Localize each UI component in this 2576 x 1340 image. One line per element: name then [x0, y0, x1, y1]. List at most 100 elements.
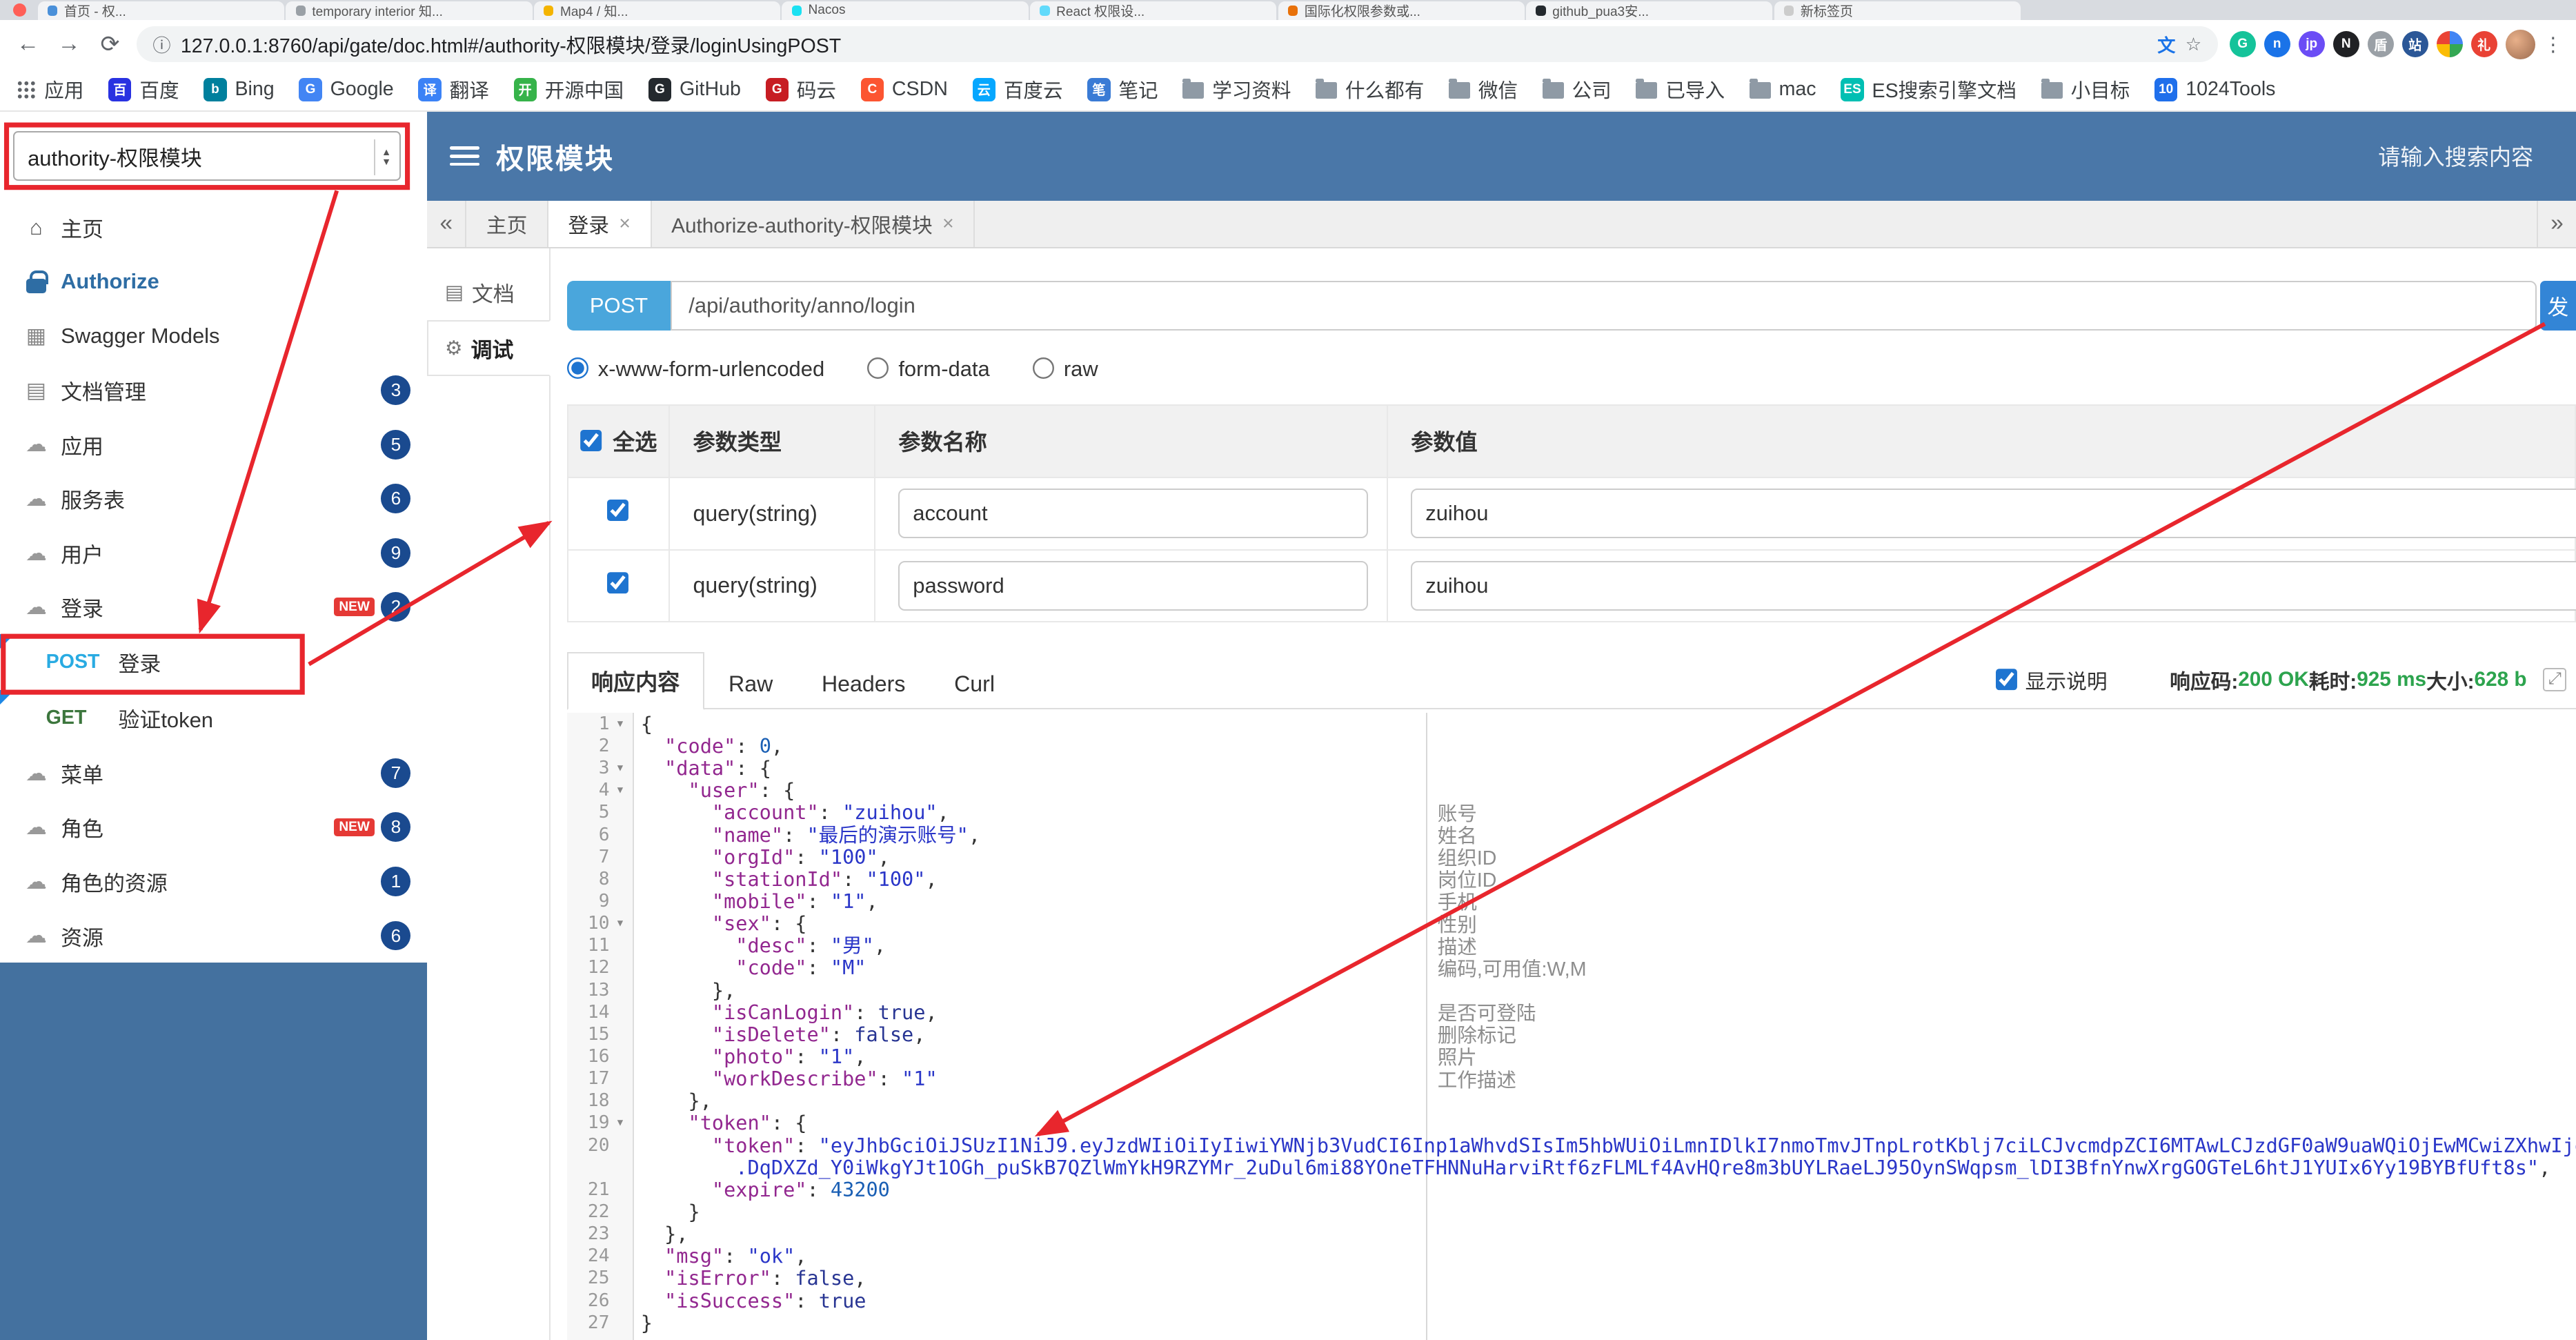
browser-tab[interactable]: Map4 / 知...: [533, 1, 781, 20]
bookmark-item[interactable]: 什么都有: [1316, 75, 1424, 104]
sidebar-item[interactable]: 角色的资源 1: [0, 854, 427, 909]
body-type-radio[interactable]: [566, 357, 590, 381]
extension-icon[interactable]: n: [2263, 31, 2290, 58]
body-type-radio[interactable]: [867, 357, 891, 381]
select-all-checkbox[interactable]: [579, 429, 603, 453]
fold-caret-icon[interactable]: ▾: [609, 912, 631, 934]
reload-icon[interactable]: ⟳: [95, 30, 125, 58]
fold-caret-icon[interactable]: ▾: [609, 779, 631, 801]
sidebar-item[interactable]: 用户 9: [0, 526, 427, 580]
hamburger-icon[interactable]: [450, 146, 480, 166]
fullscreen-icon[interactable]: ⤢: [2543, 668, 2566, 691]
content-tab[interactable]: 主页: [466, 200, 548, 247]
browser-tab[interactable]: github_pua3安...: [1526, 1, 1773, 20]
show-description-toggle[interactable]: 显示说明: [1995, 664, 2108, 695]
profile-avatar[interactable]: [2505, 29, 2535, 59]
bookmark-item[interactable]: 百 百度: [108, 75, 179, 104]
browser-tab[interactable]: React 权限设...: [1030, 1, 1277, 20]
browser-tab[interactable]: 首页 - 权...: [37, 1, 284, 20]
bookmark-item[interactable]: mac: [1749, 78, 1816, 101]
response-tab[interactable]: Headers: [797, 658, 930, 709]
tab-document[interactable]: ▤ 文档: [427, 264, 549, 320]
window-close-icon[interactable]: [13, 3, 27, 17]
bookmark-item[interactable]: 小目标: [2041, 75, 2130, 104]
scroll-tabs-icon[interactable]: »: [2536, 200, 2576, 247]
sidebar-item[interactable]: 应用 5: [0, 417, 427, 472]
extension-icon[interactable]: N: [2332, 31, 2359, 58]
content-tab[interactable]: 登录 ×: [548, 200, 652, 247]
back-icon[interactable]: ←: [13, 31, 43, 57]
body-type-radio[interactable]: [1032, 357, 1056, 381]
bookmark-item[interactable]: 已导入: [1636, 75, 1725, 104]
extension-icon[interactable]: 站: [2401, 31, 2428, 58]
bookmark-item[interactable]: C CSDN: [860, 78, 948, 101]
fold-caret-icon[interactable]: ▾: [609, 1112, 631, 1134]
address-bar[interactable]: ⓘ 127.0.0.1:8760/api/gate/doc.html#/auth…: [136, 26, 2218, 63]
module-select[interactable]: authority-权限模块 ▲ ▼: [13, 131, 402, 181]
extension-icon[interactable]: jp: [2298, 31, 2325, 58]
sidebar-item[interactable]: 角色 NEW 8: [0, 800, 427, 855]
bookmark-item[interactable]: G GitHub: [648, 78, 741, 101]
page-info-icon[interactable]: ⓘ: [152, 31, 170, 57]
body-type-option[interactable]: form-data: [867, 357, 990, 382]
url-text[interactable]: 127.0.0.1:8760/api/gate/doc.html#/author…: [181, 30, 2148, 59]
param-name-input[interactable]: [898, 561, 1369, 611]
extension-icon[interactable]: 礼: [2470, 31, 2497, 58]
body-type-option[interactable]: raw: [1032, 357, 1098, 382]
sidebar-item[interactable]: Swagger Models: [0, 309, 427, 364]
bookmark-item[interactable]: G 码云: [765, 75, 836, 104]
param-name-input[interactable]: [898, 489, 1369, 538]
param-value-input[interactable]: [1411, 561, 2576, 611]
content-tab[interactable]: Authorize-authority-权限模块 ×: [652, 200, 975, 247]
extension-icon[interactable]: 盾: [2367, 31, 2394, 58]
response-tab[interactable]: Curl: [930, 658, 1020, 709]
browser-tab[interactable]: 新标签页: [1774, 1, 2021, 20]
translate-icon[interactable]: 文: [2157, 31, 2175, 57]
extension-icon[interactable]: G: [2229, 31, 2256, 58]
body-type-option[interactable]: x-www-form-urlencoded: [566, 357, 824, 382]
close-tab-icon[interactable]: ×: [942, 213, 954, 235]
param-checkbox[interactable]: [606, 499, 631, 522]
browser-tab[interactable]: 国际化权限参数或...: [1278, 1, 1525, 20]
bookmark-item[interactable]: 10 1024Tools: [2154, 78, 2275, 101]
sidebar-api-item[interactable]: GET 验证token: [0, 690, 427, 746]
sidebar-item[interactable]: 文档管理 3: [0, 363, 427, 417]
close-tab-icon[interactable]: ×: [619, 213, 631, 235]
sidebar-item[interactable]: 服务表 6: [0, 471, 427, 526]
param-checkbox[interactable]: [606, 571, 631, 595]
apps-shortcut[interactable]: 应用: [17, 75, 83, 104]
tab-debug[interactable]: ⚙ 调试: [427, 320, 551, 377]
sidebar-api-item[interactable]: POST 登录: [0, 634, 427, 690]
response-tab[interactable]: 响应内容: [566, 652, 704, 710]
bookmark-item[interactable]: 微信: [1449, 75, 1518, 104]
sidebar-item[interactable]: 菜单 7: [0, 746, 427, 800]
bookmark-item[interactable]: b Bing: [204, 78, 275, 101]
browser-tab[interactable]: temporary interior 知...: [286, 1, 533, 20]
show-description-checkbox[interactable]: [1995, 668, 2019, 691]
bookmark-item[interactable]: 公司: [1542, 75, 1612, 104]
sidebar-item[interactable]: 资源 6: [0, 909, 427, 963]
sidebar-item[interactable]: 登录 NEW 2: [0, 580, 427, 635]
sidebar-item[interactable]: 主页: [0, 201, 427, 255]
bookmark-item[interactable]: 译 翻译: [418, 75, 489, 104]
bookmark-item[interactable]: 学习资料: [1182, 75, 1291, 104]
fold-caret-icon[interactable]: ▾: [609, 757, 631, 779]
fold-caret-icon[interactable]: ▾: [609, 713, 631, 735]
bookmark-item[interactable]: ES ES搜索引擎文档: [1841, 75, 2017, 104]
send-button[interactable]: 发: [2539, 281, 2576, 331]
browser-menu-icon[interactable]: ⋮: [2543, 32, 2563, 57]
extension-icon[interactable]: [2436, 31, 2463, 58]
browser-tab[interactable]: Nacos: [782, 1, 1029, 20]
request-url-input[interactable]: /api/authority/anno/login: [671, 281, 2537, 331]
bookmark-item[interactable]: 笔 笔记: [1087, 75, 1158, 104]
bookmark-item[interactable]: 云 百度云: [972, 75, 1063, 104]
response-tab[interactable]: Raw: [704, 658, 797, 709]
sidebar-item[interactable]: Authorize: [0, 255, 427, 309]
param-value-input[interactable]: [1411, 489, 2576, 538]
collapse-tabs-icon[interactable]: «: [427, 200, 467, 247]
forward-icon[interactable]: →: [55, 31, 84, 57]
search-input[interactable]: 请输入搜索内容: [2378, 140, 2533, 172]
bookmark-item[interactable]: G Google: [299, 78, 394, 101]
bookmark-star-icon[interactable]: ☆: [2186, 34, 2201, 55]
bookmark-item[interactable]: 开 开源中国: [513, 75, 624, 104]
